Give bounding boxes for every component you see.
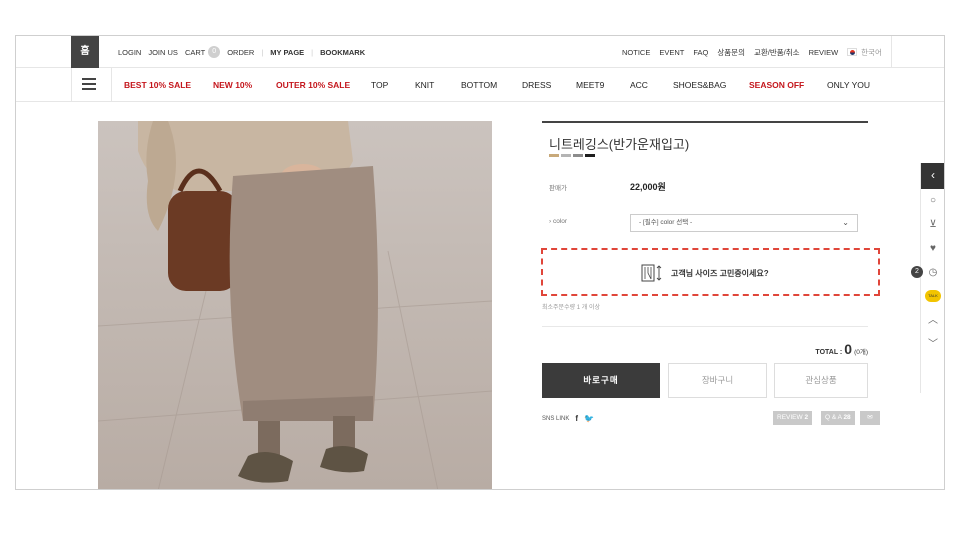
product-image [98,121,492,489]
faq-link[interactable]: FAQ [693,48,708,57]
category-dress[interactable]: DRESS [522,68,551,102]
mail-icon[interactable]: ✉ [860,411,880,425]
category-best-sale[interactable]: BEST 10% SALE [124,68,191,102]
divider: | [261,47,264,57]
scroll-down-icon[interactable]: ﹀ [921,333,944,357]
min-order-qty: 최소주문수량 1 개 이상 [542,305,601,311]
category-new[interactable]: NEW 10% [213,68,252,102]
mypage-link[interactable]: MY PAGE [270,48,304,57]
divider [542,121,868,123]
qna-count: 28 [843,414,851,421]
category-top[interactable]: TOP [371,68,388,102]
cart-count-badge: 0 [208,46,221,58]
korea-flag-icon [847,48,858,56]
wishlist-button[interactable]: 관심상품 [774,363,868,398]
color-swatch [573,154,583,157]
color-swatches [549,154,597,157]
category-season-off[interactable]: SEASON OFF [749,68,804,102]
recent-count-badge: 2 [911,266,923,278]
color-option-label: › color [549,218,568,225]
order-link[interactable]: ORDER [227,48,254,57]
notice-link[interactable]: NOTICE [622,48,650,57]
sns-links: SNS LINK f 🐦 [542,414,594,423]
category-knit[interactable]: KNIT [415,68,434,102]
divider [111,68,112,102]
total-label: TOTAL : [815,349,843,356]
sns-label: SNS LINK [542,415,570,422]
browser-viewport: 홈 LOGIN JOIN US CART 0 ORDER | MY PAGE |… [15,35,945,490]
product-qna-link[interactable]: 상품문의 [717,47,745,58]
review-button-label: REVIEW [777,414,803,421]
color-select-value: - [필수] color 선택 - [639,219,693,226]
divider [542,326,868,327]
qna-count-button[interactable]: Q & A 28 [821,411,855,425]
pants-size-icon [641,264,662,282]
color-swatch [585,154,595,157]
home-button[interactable]: 홈 [71,36,99,68]
add-to-cart-button[interactable]: 장바구니 [668,363,767,398]
price-value: 22,000원 [630,182,666,192]
twitter-icon[interactable]: 🐦 [584,414,594,423]
quick-menu-bar: ‹ ○ ⊻ ♥ ◷ TALK ︿ ﹀ 2 [911,163,944,393]
divider [71,68,72,102]
category-outer-sale[interactable]: OUTER 10% SALE [276,68,350,102]
search-icon[interactable]: ○ [921,189,944,213]
chevron-down-icon: ⌄ [842,218,849,227]
language-selector[interactable]: 한국어 [847,47,891,58]
category-shoes-bag[interactable]: SHOES&BAG [673,68,726,102]
facebook-icon[interactable]: f [575,414,578,423]
buy-now-button[interactable]: 바로구매 [542,363,660,398]
board-links: NOTICE EVENT FAQ 상품문의 교환/반품/취소 REVIEW 한국… [622,36,900,68]
color-swatch [549,154,559,157]
category-only-you[interactable]: ONLY YOU [827,68,870,102]
cart-link[interactable]: CART [185,48,205,57]
qna-button-label: Q & A [825,414,842,421]
recent-view-icon[interactable]: ◷ [921,261,944,285]
bookmark-link[interactable]: BOOKMARK [320,48,365,57]
product-name: 니트레깅스(반가운재입고) [549,137,690,152]
total-price: TOTAL : 0 (0개) [815,341,868,357]
scroll-up-icon[interactable]: ︿ [921,309,944,333]
collapse-left-icon[interactable]: ‹ [921,163,944,189]
login-link[interactable]: LOGIN [118,48,141,57]
talk-label: TALK [925,290,941,303]
event-link[interactable]: EVENT [659,48,684,57]
category-acc[interactable]: ACC [630,68,648,102]
color-swatch [561,154,571,157]
total-value: 0 [844,341,853,357]
review-link[interactable]: REVIEW [809,48,839,57]
review-count: 2 [804,414,809,421]
divider [891,36,892,68]
size-helper-button[interactable]: 고객님 사이즈 고민중이세요? [641,264,769,282]
language-label: 한국어 [861,47,882,57]
account-links: LOGIN JOIN US CART 0 ORDER | MY PAGE | B… [118,36,372,68]
kakao-talk-icon[interactable]: TALK [921,285,944,309]
join-link[interactable]: JOIN US [148,48,178,57]
category-bottom[interactable]: BOTTOM [461,68,497,102]
size-helper-highlight[interactable]: 고객님 사이즈 고민중이세요? [541,248,880,296]
divider: | [311,47,314,57]
heart-icon[interactable]: ♥ [921,237,944,261]
utility-bar: 홈 LOGIN JOIN US CART 0 ORDER | MY PAGE |… [16,36,944,68]
product-detail-panel: 니트레깅스(반가운재입고) 판매가 22,000원 › color - [필수]… [541,121,882,489]
exchange-link[interactable]: 교환/반품/취소 [754,47,800,58]
price-label: 판매가 [549,185,567,192]
hamburger-menu-icon[interactable] [82,78,96,90]
color-select[interactable]: - [필수] color 선택 - ⌄ [630,214,858,232]
cart-icon[interactable]: ⊻ [921,213,944,237]
size-helper-text: 고객님 사이즈 고민중이세요? [671,268,769,278]
product-photo-illustration [98,121,492,489]
total-count: (0개) [854,349,868,356]
review-count-button[interactable]: REVIEW 2 [773,411,813,425]
category-meet9[interactable]: MEET9 [576,68,604,102]
category-nav: BEST 10% SALE NEW 10% OUTER 10% SALE TOP… [16,68,944,102]
